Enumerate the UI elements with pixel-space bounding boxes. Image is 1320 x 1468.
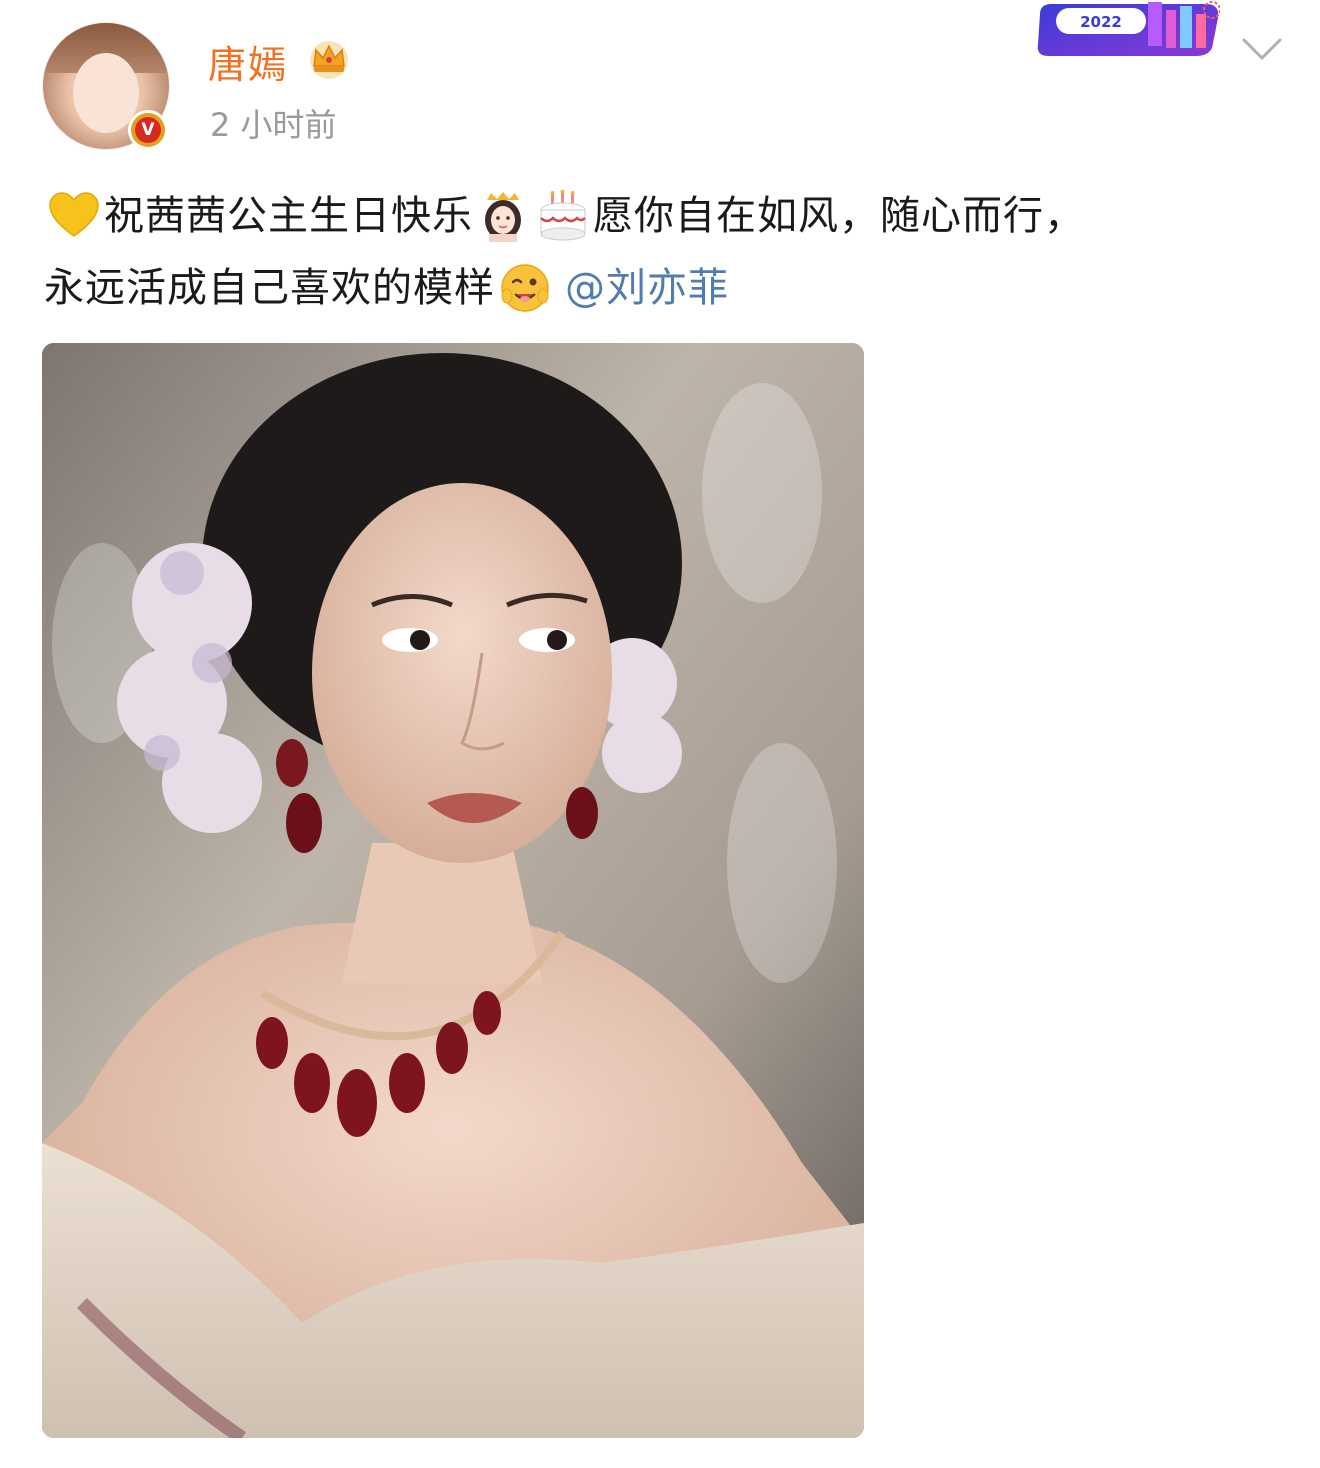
- birthday-cake-icon: [537, 190, 589, 242]
- banner-year: 2022: [1080, 13, 1122, 31]
- post-line-2: 永远活成自己喜欢的模样 @刘亦菲: [44, 256, 1294, 320]
- author-name[interactable]: 唐嫣: [208, 34, 288, 89]
- yellow-heart-icon: [48, 190, 100, 242]
- post-line-1: 祝茜茜公主生日快乐 愿你自在如风，随心而行，: [44, 184, 1294, 248]
- wink-face-icon: [499, 262, 551, 314]
- post-text-segment-2: 愿你自在如风，随心而行，: [593, 193, 1085, 239]
- post-text: 祝茜茜公主生日快乐 愿你自在如风，随心而行， 永远活成自己喜欢的模样 @刘亦菲: [44, 184, 1294, 320]
- year-banner[interactable]: 2022: [1036, 0, 1221, 58]
- crown-badge-icon[interactable]: [306, 36, 352, 80]
- princess-icon: [477, 190, 529, 242]
- chevron-down-icon[interactable]: [1240, 34, 1284, 64]
- mention-link[interactable]: @刘亦菲: [565, 256, 729, 320]
- post-text-segment-1: 祝茜茜公主生日快乐: [104, 193, 473, 239]
- post-image[interactable]: [42, 343, 864, 1438]
- post-timestamp: 2 小时前: [210, 106, 337, 144]
- portrait-photo: [42, 343, 864, 1438]
- verified-badge-icon: V: [128, 110, 168, 150]
- post-text-segment-3: 永远活成自己喜欢的模样: [44, 265, 495, 311]
